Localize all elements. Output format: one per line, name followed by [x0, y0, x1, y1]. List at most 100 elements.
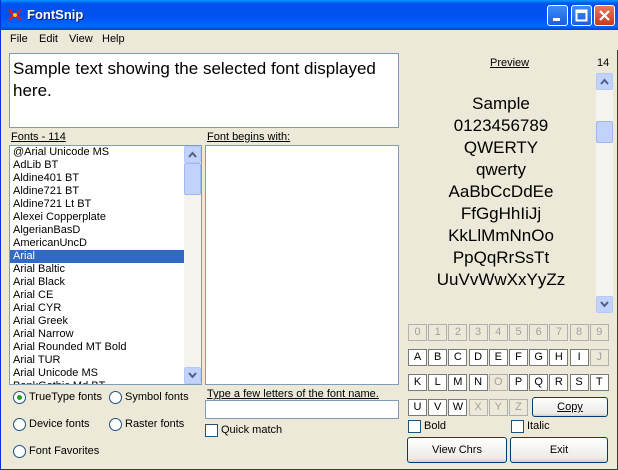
- close-icon: [599, 10, 610, 21]
- window-title: FontSnip: [27, 7, 84, 22]
- char-key-y[interactable]: Y: [488, 399, 508, 416]
- preview-line: AaBbCcDdEe: [448, 182, 554, 201]
- chevron-up-icon: [188, 151, 197, 158]
- copy-button[interactable]: Copy: [532, 397, 608, 417]
- char-key-5[interactable]: 5: [509, 324, 528, 341]
- char-key-g[interactable]: G: [529, 349, 549, 366]
- preview-scroll-thumb[interactable]: [596, 121, 613, 143]
- preview-size: 14: [597, 57, 610, 69]
- char-key-m[interactable]: M: [448, 374, 468, 391]
- char-key-9[interactable]: 9: [589, 324, 609, 341]
- minimize-button[interactable]: [547, 5, 568, 26]
- char-key-r[interactable]: R: [549, 374, 569, 391]
- font-list-item[interactable]: BankGothic Md BT: [10, 380, 184, 384]
- font-list-item[interactable]: Arial CYR: [10, 302, 184, 315]
- font-begins-list[interactable]: [205, 145, 399, 385]
- char-key-n[interactable]: N: [468, 374, 488, 391]
- menu-edit[interactable]: Edit: [39, 33, 58, 45]
- char-key-z[interactable]: Z: [509, 399, 528, 416]
- font-name-input[interactable]: [205, 400, 399, 419]
- title-bar[interactable]: FontSnip: [1, 0, 618, 30]
- menu-bar: File Edit View Help: [1, 30, 618, 50]
- preview-area: Sample 0123456789 QWERTY qwerty AaBbCcDdEe Ff…: [406, 73, 613, 313]
- char-key-1[interactable]: 1: [428, 324, 448, 341]
- font-list-item[interactable]: @Arial Unicode MS: [10, 146, 184, 159]
- char-key-t[interactable]: T: [589, 374, 609, 391]
- char-key-i[interactable]: I: [569, 349, 589, 366]
- favorites-radio[interactable]: [13, 445, 26, 458]
- font-list-item[interactable]: Arial: [10, 250, 184, 263]
- char-key-j[interactable]: J: [589, 349, 609, 366]
- char-key-k[interactable]: K: [408, 374, 427, 391]
- menu-view[interactable]: View: [69, 33, 93, 45]
- char-key-0[interactable]: 0: [408, 324, 427, 341]
- char-key-c[interactable]: C: [448, 349, 468, 366]
- font-list-item[interactable]: Aldine721 Lt BT: [10, 198, 184, 211]
- raster-radio[interactable]: [109, 418, 122, 431]
- font-list-item[interactable]: AlgerianBasD: [10, 224, 184, 237]
- view-chrs-button[interactable]: View Chrs: [407, 437, 507, 463]
- font-list-item[interactable]: Arial Greek: [10, 315, 184, 328]
- char-key-v[interactable]: V: [428, 399, 448, 416]
- font-list-item[interactable]: AdLib BT: [10, 159, 184, 172]
- char-key-p[interactable]: P: [509, 374, 528, 391]
- char-key-d[interactable]: D: [468, 349, 488, 366]
- menu-help[interactable]: Help: [102, 33, 125, 45]
- bold-checkbox[interactable]: [408, 420, 421, 433]
- font-list-item[interactable]: Arial Narrow: [10, 328, 184, 341]
- sample-text-box[interactable]: Sample text showing the selected font di…: [9, 53, 399, 128]
- char-key-b[interactable]: B: [428, 349, 448, 366]
- font-list-item[interactable]: Aldine401 BT: [10, 172, 184, 185]
- font-list-item[interactable]: Arial Unicode MS: [10, 367, 184, 380]
- char-key-l[interactable]: L: [428, 374, 448, 391]
- font-list-item[interactable]: Arial Baltic: [10, 263, 184, 276]
- char-key-a[interactable]: A: [408, 349, 427, 366]
- preview-scroll-down-button[interactable]: [596, 296, 613, 313]
- truetype-label: TrueType fonts: [29, 391, 102, 403]
- font-list-item[interactable]: Arial Rounded MT Bold: [10, 341, 184, 354]
- close-button[interactable]: [594, 5, 615, 26]
- scroll-down-button[interactable]: [184, 367, 201, 384]
- quick-match-checkbox[interactable]: [205, 424, 218, 437]
- char-key-6[interactable]: 6: [529, 324, 549, 341]
- raster-label: Raster fonts: [125, 418, 185, 430]
- exit-button[interactable]: Exit: [510, 437, 608, 463]
- preview-title: Preview: [490, 57, 530, 69]
- fonts-scrollbar[interactable]: [184, 146, 201, 384]
- char-key-w[interactable]: W: [448, 399, 468, 416]
- char-key-o[interactable]: O: [488, 374, 508, 391]
- font-list-item[interactable]: Alexei Copperplate: [10, 211, 184, 224]
- preview-line: qwerty: [475, 160, 527, 179]
- bold-label: Bold: [424, 420, 447, 432]
- preview-line: KkLlMmNnOo: [448, 226, 554, 245]
- menu-file[interactable]: File: [10, 33, 28, 45]
- fonts-list[interactable]: @Arial Unicode MS AdLib BT Aldine401 BT Ald…: [9, 145, 202, 385]
- char-key-e[interactable]: E: [488, 349, 508, 366]
- font-list-item[interactable]: Arial CE: [10, 289, 184, 302]
- preview-scroll-up-button[interactable]: [596, 73, 613, 90]
- char-key-x[interactable]: X: [468, 399, 488, 416]
- font-list-item[interactable]: Arial TUR: [10, 354, 184, 367]
- truetype-radio[interactable]: [13, 391, 26, 404]
- scroll-thumb[interactable]: [184, 163, 201, 195]
- font-list-item[interactable]: Aldine721 BT: [10, 185, 184, 198]
- char-key-u[interactable]: U: [408, 399, 427, 416]
- char-key-2[interactable]: 2: [448, 324, 468, 341]
- char-key-q[interactable]: Q: [529, 374, 549, 391]
- device-radio[interactable]: [13, 418, 26, 431]
- char-key-f[interactable]: F: [509, 349, 528, 366]
- preview-scrollbar[interactable]: [596, 73, 613, 313]
- symbol-radio[interactable]: [109, 391, 122, 404]
- char-key-8[interactable]: 8: [569, 324, 589, 341]
- char-key-s[interactable]: S: [569, 374, 589, 391]
- char-key-3[interactable]: 3: [468, 324, 488, 341]
- char-key-7[interactable]: 7: [549, 324, 569, 341]
- char-key-h[interactable]: H: [549, 349, 569, 366]
- maximize-button[interactable]: [571, 5, 592, 26]
- char-key-4[interactable]: 4: [488, 324, 508, 341]
- italic-checkbox[interactable]: [511, 420, 524, 433]
- preview-line: QWERTY: [463, 138, 539, 157]
- font-list-item[interactable]: Arial Black: [10, 276, 184, 289]
- font-list-item[interactable]: AmericanUncD: [10, 237, 184, 250]
- scroll-up-button[interactable]: [184, 146, 201, 163]
